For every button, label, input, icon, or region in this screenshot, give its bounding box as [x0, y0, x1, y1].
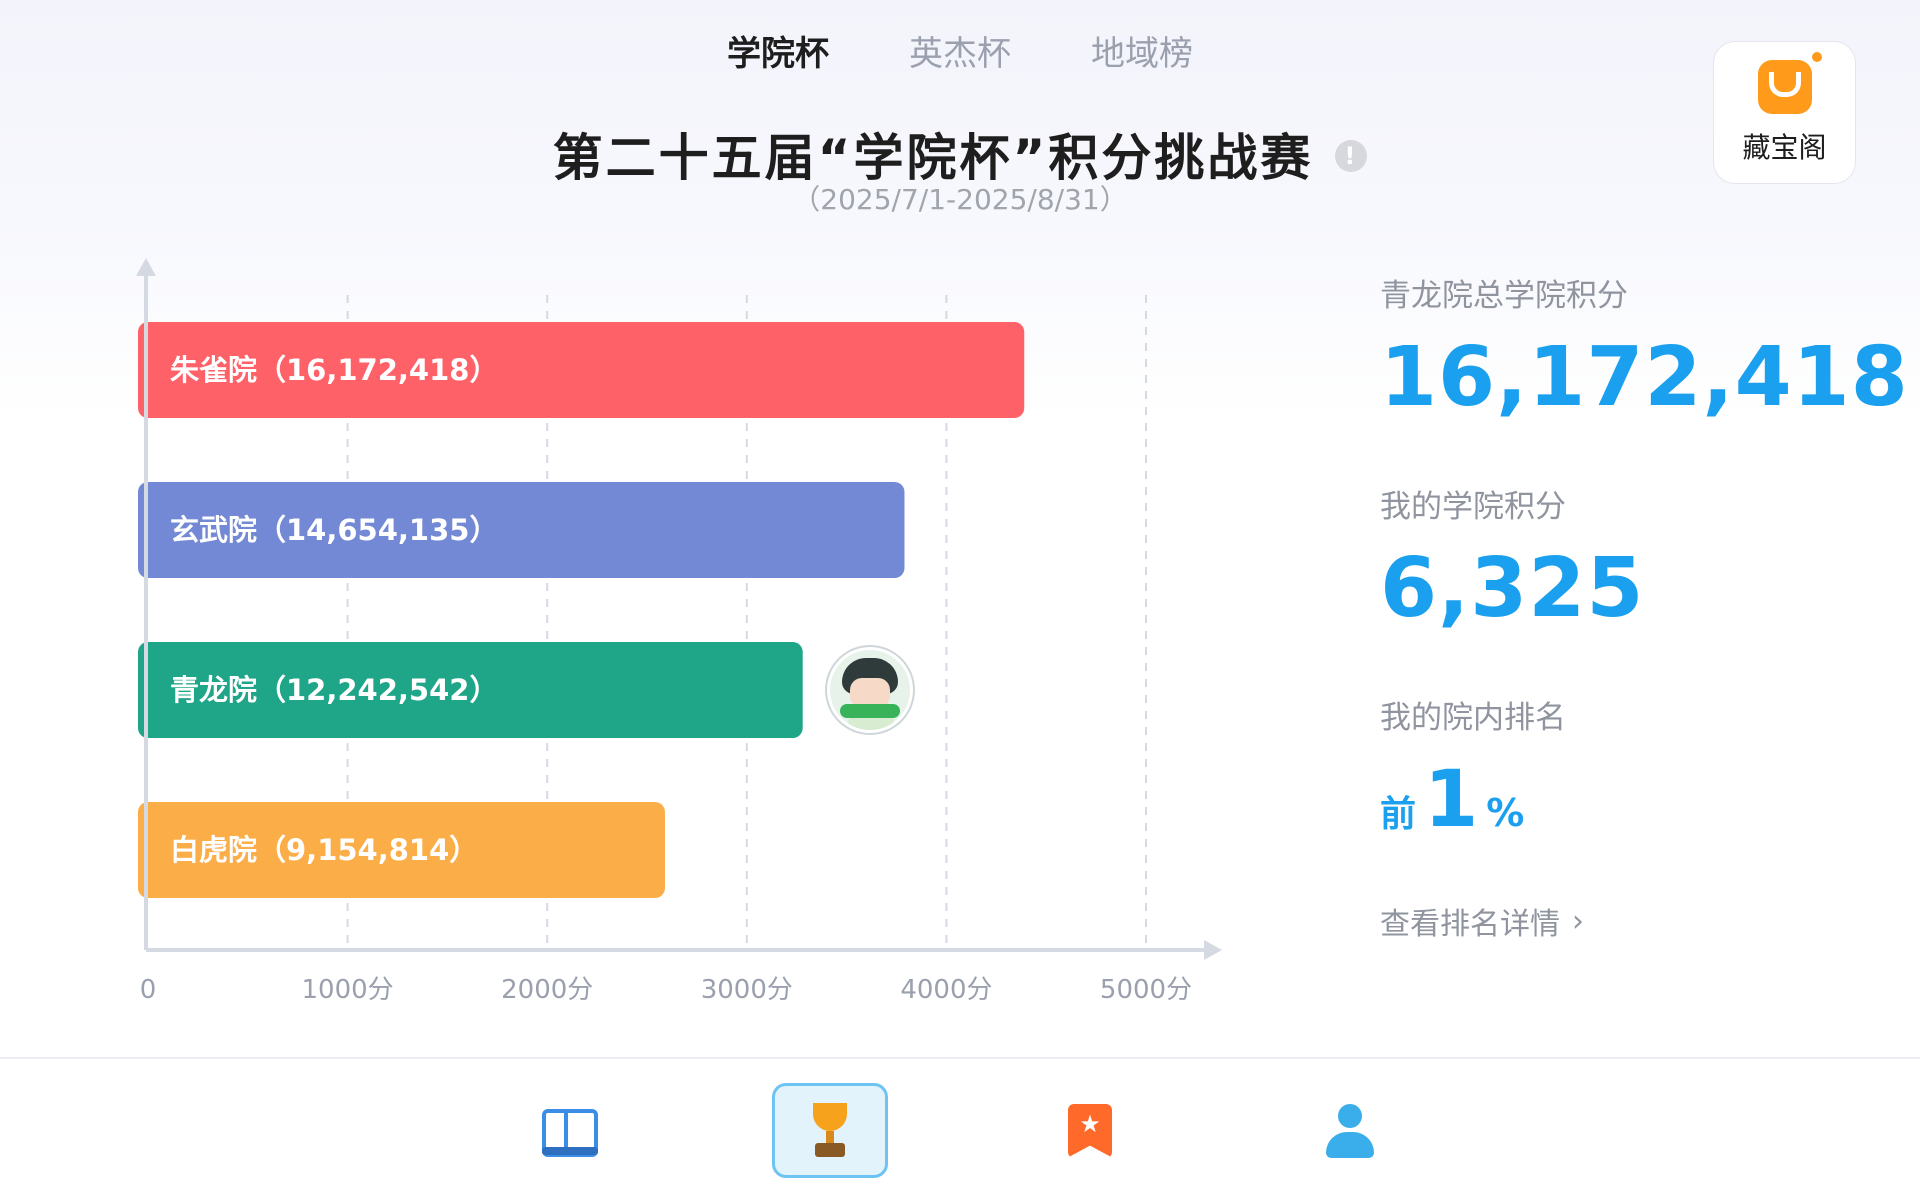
x-axis-arrow-icon — [1204, 940, 1222, 960]
x-tick-label: 0 — [140, 975, 157, 1005]
bar-label: 朱雀院（16,172,418） — [170, 353, 498, 387]
tab-college-cup[interactable]: 学院杯 — [687, 18, 869, 83]
rank-value: 1 — [1424, 755, 1479, 845]
book-icon — [542, 1107, 598, 1157]
nav-study[interactable] — [512, 1083, 628, 1178]
stats-panel: 青龙院总学院积分 16,172,418 我的学院积分 6,325 我的院内排名 … — [1380, 270, 1909, 943]
chart-bar[interactable] — [138, 482, 905, 578]
rank-detail-label: 查看排名详情 — [1380, 907, 1560, 942]
bar-label: 白虎院（9,154,814） — [170, 833, 478, 867]
tab-hero-cup[interactable]: 英杰杯 — [869, 18, 1051, 83]
treasure-bag-icon — [1757, 51, 1822, 114]
trophy-icon — [805, 1102, 855, 1159]
x-tick-label: 1000分 — [302, 975, 394, 1005]
rank-prefix: 前 — [1380, 794, 1417, 835]
x-tick-label: 4000分 — [900, 975, 992, 1005]
chart-axes — [136, 258, 1222, 960]
chart-bar[interactable] — [138, 642, 803, 738]
total-score-value: 16,172,418 — [1380, 330, 1909, 425]
x-tick-label: 5000分 — [1100, 975, 1192, 1005]
nav-divider — [0, 1057, 1920, 1059]
nav-favorites[interactable]: ★ — [1032, 1083, 1148, 1178]
x-tick-label: 3000分 — [701, 975, 793, 1005]
chart-bar[interactable] — [138, 322, 1025, 418]
chart-bar[interactable] — [138, 802, 665, 898]
bottom-nav: ★ — [0, 1083, 1920, 1178]
my-score-label: 我的学院积分 — [1380, 489, 1566, 525]
chevron-right-icon: › — [1572, 903, 1584, 939]
user-avatar-icon — [826, 647, 913, 733]
rank-detail-link[interactable]: 查看排名详情 › — [1380, 899, 1584, 943]
y-axis-arrow-icon — [136, 258, 156, 276]
bookmark-star-icon: ★ — [1068, 1103, 1112, 1158]
top-tabs: 学院杯 英杰杯 地域榜 — [0, 18, 1920, 83]
my-rank: 前 1% — [1380, 755, 1909, 845]
nav-profile[interactable] — [1292, 1083, 1408, 1178]
chart-tick-labels: 0 1000分 2000分 3000分 4000分 5000分 — [140, 975, 1192, 1005]
my-rank-label: 我的院内排名 — [1380, 700, 1566, 736]
chart-bars: 朱雀院（16,172,418） 玄武院（14,654,135） 青龙院（12,242… — [138, 322, 1025, 898]
competition-dates: （2025/7/1-2025/8/31） — [792, 183, 1128, 216]
rank-suffix: % — [1486, 791, 1525, 835]
nav-competition[interactable] — [772, 1083, 888, 1178]
x-tick-label: 2000分 — [501, 975, 593, 1005]
chart-grid — [346, 295, 1147, 948]
my-score-value: 6,325 — [1380, 541, 1645, 636]
tab-region-rank[interactable]: 地域榜 — [1051, 18, 1233, 83]
info-icon[interactable]: ! — [1335, 139, 1368, 172]
bar-label: 玄武院（14,654,135） — [170, 513, 498, 547]
total-score-label: 青龙院总学院积分 — [1380, 278, 1628, 314]
bar-label: 青龙院（12,242,542） — [170, 673, 498, 707]
profile-icon — [1324, 1103, 1376, 1158]
